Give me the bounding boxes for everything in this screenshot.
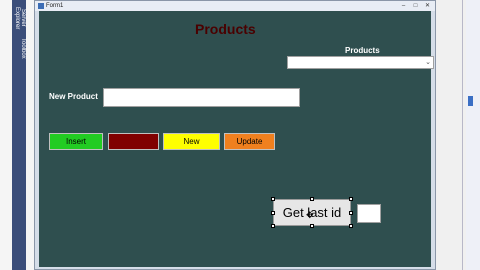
insert-button[interactable]: Insert — [49, 133, 103, 150]
maximize-button[interactable]: □ — [411, 2, 420, 10]
chevron-down-icon[interactable]: ⌄ — [424, 57, 432, 68]
form-client-area: Products Products ⌄ New Product Insert N… — [39, 11, 434, 267]
move-cursor-icon: ✥ — [306, 210, 314, 220]
window-titlebar[interactable]: Form1 – □ ✕ — [35, 1, 435, 11]
ide-side-tabs: Server Explorer Toolbox — [12, 0, 26, 270]
delete-button[interactable] — [108, 133, 159, 150]
selection-handle[interactable] — [271, 197, 275, 201]
selection-handle[interactable] — [271, 224, 275, 228]
minimize-button[interactable]: – — [399, 2, 408, 10]
products-combobox[interactable]: ⌄ — [287, 56, 434, 69]
new-product-input[interactable] — [103, 88, 300, 107]
divider — [462, 0, 463, 270]
window-title: Form1 — [46, 3, 64, 9]
selection-handle[interactable] — [310, 224, 314, 228]
form-designer-window[interactable]: Form1 – □ ✕ Products Products ⌄ New Prod… — [34, 0, 436, 270]
ide-workspace: Server Explorer Toolbox Form1 – □ ✕ Prod… — [0, 0, 480, 270]
scroll-indicator — [468, 96, 473, 106]
close-button[interactable]: ✕ — [423, 2, 432, 10]
selection-handle[interactable] — [349, 211, 353, 215]
last-id-textbox[interactable] — [357, 204, 381, 223]
ide-scroll-region[interactable] — [466, 0, 480, 270]
selection-handle[interactable] — [271, 211, 275, 215]
selection-handle[interactable] — [310, 197, 314, 201]
new-button[interactable]: New — [163, 133, 220, 150]
form-icon — [38, 3, 44, 9]
selection-handle[interactable] — [349, 197, 353, 201]
update-button[interactable]: Update — [224, 133, 275, 150]
new-product-label: New Product — [49, 92, 98, 101]
selection-handle[interactable] — [349, 224, 353, 228]
page-title: Products — [195, 21, 256, 37]
toolbox-tab[interactable]: Toolbox — [12, 34, 26, 62]
server-explorer-tab[interactable]: Server Explorer — [12, 4, 26, 32]
products-combo-label: Products — [345, 46, 380, 55]
